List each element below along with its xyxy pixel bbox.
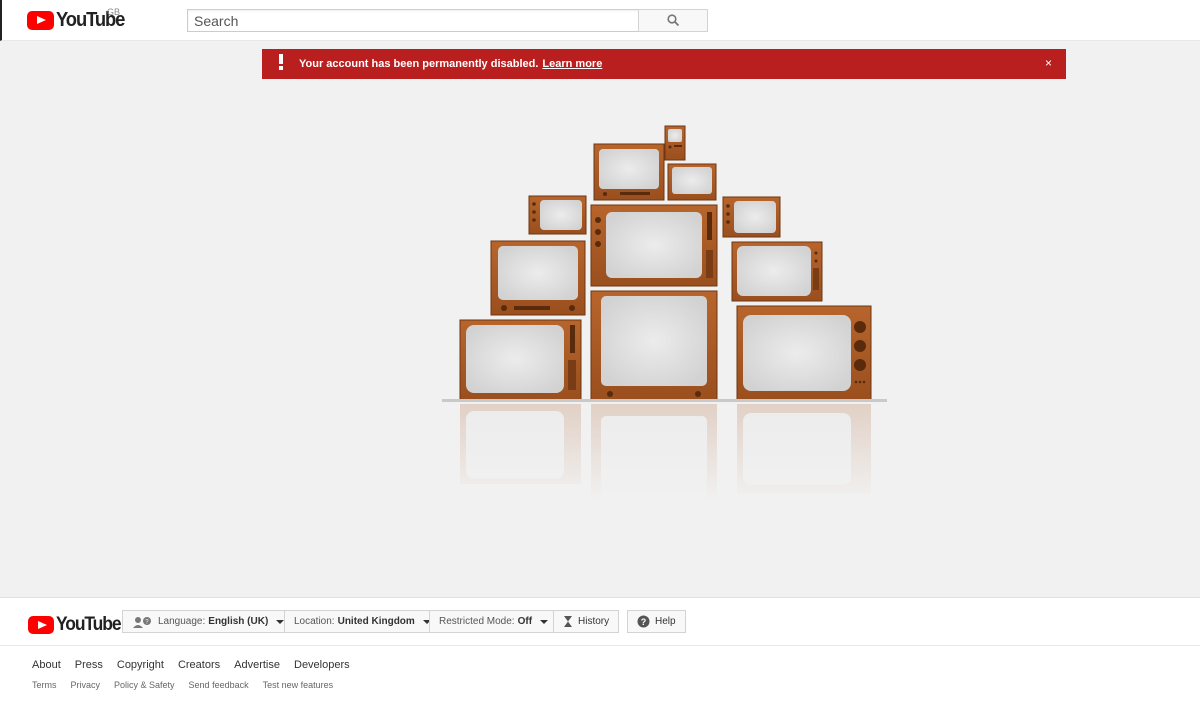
history-icon	[564, 616, 572, 627]
caret-down-icon	[540, 619, 549, 624]
tv-center-middle	[590, 204, 718, 287]
tv-bottom-left	[459, 319, 582, 401]
learn-more-link[interactable]: Learn more	[542, 58, 602, 70]
location-value: United Kingdom	[337, 616, 415, 627]
footer-link-developers[interactable]: Developers	[294, 659, 350, 671]
tv-bottom-center	[590, 290, 718, 401]
history-button[interactable]: History	[553, 610, 620, 633]
footer-link-press[interactable]: Press	[75, 659, 103, 671]
language-label: Language:	[158, 616, 206, 627]
svg-text:?: ?	[641, 617, 647, 627]
footer-link-copyright[interactable]: Copyright	[117, 659, 164, 671]
footer-link-privacy[interactable]: Privacy	[71, 680, 101, 690]
footer-link-test-new-features[interactable]: Test new features	[263, 680, 334, 690]
tv-small-right	[722, 196, 781, 238]
location-button[interactable]: Location: United Kingdom	[284, 610, 441, 633]
language-button[interactable]: ? Language: English (UK)	[122, 610, 295, 633]
footer-link-advertise[interactable]: Advertise	[234, 659, 280, 671]
footer-link-terms[interactable]: Terms	[32, 680, 57, 690]
language-value: English (UK)	[208, 616, 269, 627]
footer-link-about[interactable]: About	[32, 659, 61, 671]
tv-mid-right	[731, 241, 823, 302]
play-logo-icon	[27, 11, 54, 30]
tv-tiny	[664, 125, 686, 161]
restricted-mode-button[interactable]: Restricted Mode: Off	[429, 610, 559, 633]
search-button[interactable]	[638, 9, 708, 32]
search-icon	[666, 14, 679, 27]
footer-primary-links: About Press Copyright Creators Advertise…	[32, 659, 364, 671]
footer-logo-text: YouTube	[56, 614, 122, 635]
tv-top-right	[667, 163, 717, 201]
language-icon: ?	[133, 616, 151, 628]
tv-stack-illustration	[430, 125, 900, 500]
footer-secondary-links: Terms Privacy Policy & Safety Send feedb…	[32, 680, 347, 690]
account-disabled-alert: Your account has been permanently disabl…	[262, 49, 1066, 79]
tv-small-left	[528, 195, 587, 235]
youtube-logo[interactable]: YouTube GB	[27, 7, 130, 32]
play-logo-icon	[28, 616, 54, 634]
region-code: GB	[107, 7, 121, 17]
history-label: History	[578, 616, 610, 627]
close-icon[interactable]: ×	[1045, 56, 1052, 70]
help-button[interactable]: ? Help	[627, 610, 686, 633]
alert-message: Your account has been permanently disabl…	[299, 58, 539, 70]
footer-link-send-feedback[interactable]: Send feedback	[189, 680, 249, 690]
tv-top-left	[593, 143, 665, 201]
tv-bottom-right	[736, 305, 872, 401]
tv-mid-left	[490, 240, 586, 316]
footer-link-creators[interactable]: Creators	[178, 659, 220, 671]
alert-exclamation-icon	[262, 53, 300, 75]
restricted-mode-value: Off	[517, 616, 533, 627]
footer: YouTube ? Language: English (UK) Locatio…	[0, 597, 1200, 712]
search-input[interactable]	[187, 9, 639, 32]
top-header: YouTube GB	[0, 0, 1200, 41]
location-label: Location:	[294, 616, 335, 627]
footer-youtube-logo[interactable]: YouTube	[28, 614, 126, 636]
footer-link-policy-safety[interactable]: Policy & Safety	[114, 680, 175, 690]
help-label: Help	[655, 616, 676, 627]
footer-divider	[0, 645, 1200, 646]
help-icon: ?	[637, 615, 650, 628]
restricted-mode-label: Restricted Mode:	[439, 616, 515, 627]
